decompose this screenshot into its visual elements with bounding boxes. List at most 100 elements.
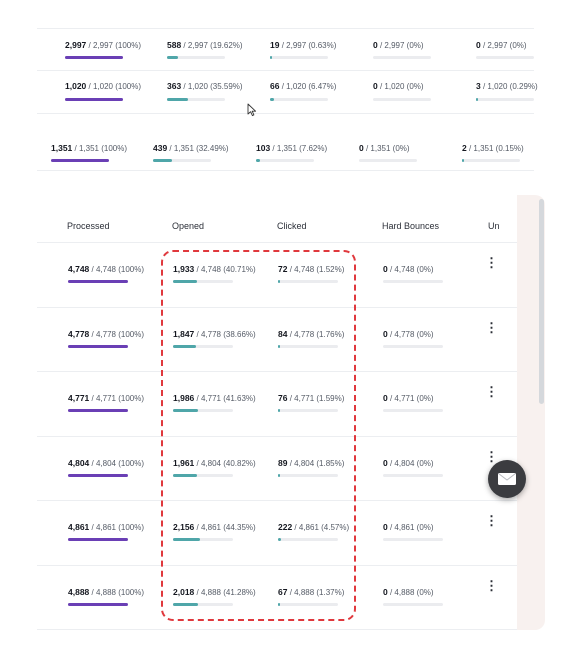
hard-bounces-count: 0 — [383, 328, 388, 339]
header-opened[interactable]: Opened — [172, 221, 204, 231]
kebab-vertical-icon[interactable]: ⋮ — [485, 385, 498, 400]
opened-progress-track — [167, 98, 225, 101]
header-unsubscribes[interactable]: Un — [488, 221, 500, 231]
row-divider — [37, 70, 534, 71]
opened-detail: / 1,020 (35.59%) — [183, 82, 243, 91]
unsubscribes-progress-fill — [476, 98, 478, 101]
processed-count: 2,997 — [65, 40, 87, 50]
opened-count: 439 — [153, 143, 168, 153]
header-clicked[interactable]: Clicked — [277, 221, 307, 231]
clicked-detail: / 1,351 (7.62%) — [272, 144, 328, 153]
clicked-progress-track — [270, 56, 328, 59]
top-row-1-opened-value: 588 / 2,997 (19.62%) — [167, 40, 243, 51]
table-row-4-hard-bounces-value: 0 / 4,804 (0%) — [383, 458, 434, 469]
table-row-2-processed-value: 4,778 / 4,778 (100%) — [68, 329, 144, 340]
row-divider — [37, 113, 534, 114]
hard-bounces-progress-track — [373, 56, 431, 59]
processed-detail: / 4,861 (100%) — [91, 523, 144, 532]
table-row-3-processed-value: 4,771 / 4,771 (100%) — [68, 393, 144, 404]
row-divider — [37, 28, 534, 29]
clicked-progress-fill — [256, 159, 261, 162]
top-row-1-unsubscribes-value: 0 / 2,997 (0%) — [476, 40, 527, 51]
top-row-3-unsubscribes-value: 2 / 1,351 (0.15%) — [462, 143, 524, 154]
processed-progress-track — [65, 56, 123, 59]
hard-bounces-progress-track — [383, 409, 443, 412]
top-row-2-opened-value: 363 / 1,020 (35.59%) — [167, 81, 243, 92]
processed-detail: / 4,771 (100%) — [91, 394, 144, 403]
unsubscribes-count: 0 — [476, 40, 481, 50]
kebab-vertical-icon[interactable]: ⋮ — [485, 514, 498, 529]
clicked-progress-fill — [270, 98, 274, 101]
hard-bounces-count: 0 — [383, 522, 388, 532]
opened-progress-fill — [167, 56, 179, 59]
kebab-vertical-icon[interactable]: ⋮ — [485, 321, 498, 336]
hard-bounces-count: 0 — [383, 264, 388, 274]
unsubscribes-detail: / 1,351 (0.15%) — [468, 144, 524, 153]
opened-count: 363 — [167, 81, 182, 91]
hard-bounces-detail: / 4,888 (0%) — [389, 587, 434, 597]
top-row-3-processed-value: 1,351 / 1,351 (100%) — [51, 143, 127, 154]
table-row-1-hard-bounces-value: 0 / 4,748 (0%) — [383, 264, 434, 275]
processed-progress-track — [68, 473, 128, 477]
mouse-pointer-icon — [247, 103, 257, 117]
header-hard-bounces[interactable]: Hard Bounces — [382, 221, 439, 231]
processed-detail: / 1,020 (100%) — [88, 82, 141, 91]
table-row-5-processed-value: 4,861 / 4,861 (100%) — [68, 522, 144, 533]
unsubscribes-progress-track — [476, 98, 534, 101]
kebab-vertical-icon[interactable]: ⋮ — [485, 579, 498, 594]
hard-bounces-count: 0 — [359, 143, 364, 153]
top-row-2-processed-value: 1,020 / 1,020 (100%) — [65, 81, 141, 92]
hard-bounces-detail: / 4,748 (0%) — [389, 265, 434, 274]
processed-detail: / 4,888 (100%) — [91, 587, 144, 597]
opened-progress-track — [167, 56, 225, 59]
top-row-2-clicked-value: 66 / 1,020 (6.47%) — [270, 81, 336, 92]
opened-detail: / 1,351 (32.49%) — [169, 144, 229, 153]
unsubscribes-progress-track — [476, 56, 534, 59]
hard-bounces-progress-track — [383, 280, 443, 283]
unsubscribes-count: 3 — [476, 81, 481, 91]
processed-detail: / 4,748 (100%) — [91, 265, 144, 274]
processed-progress-fill — [68, 602, 128, 606]
table-row-4-processed-value: 4,804 / 4,804 (100%) — [68, 458, 144, 469]
scrollbar-thumb[interactable] — [539, 199, 544, 404]
top-row-1-hard-bounces-value: 0 / 2,997 (0%) — [373, 40, 424, 51]
processed-progress-fill — [51, 159, 109, 162]
processed-count: 4,748 — [68, 264, 90, 274]
hard-bounces-progress-track — [359, 159, 417, 162]
processed-count: 4,771 — [68, 393, 90, 403]
processed-count: 4,804 — [68, 457, 90, 468]
processed-count: 4,778 — [68, 328, 90, 339]
top-row-2-unsubscribes-value: 3 / 1,020 (0.29%) — [476, 81, 538, 92]
processed-count: 1,351 — [51, 143, 73, 153]
table-row-2-hard-bounces-value: 0 / 4,778 (0%) — [383, 329, 434, 340]
processed-progress-track — [68, 409, 128, 412]
unsubscribes-detail: / 1,020 (0.29%) — [482, 82, 538, 91]
processed-progress-track — [68, 344, 128, 348]
hard-bounces-progress-track — [383, 344, 443, 348]
kebab-vertical-icon[interactable]: ⋮ — [485, 256, 498, 271]
hard-bounces-count: 0 — [383, 457, 388, 468]
floating-mail-button[interactable] — [488, 460, 526, 498]
processed-progress-fill — [68, 409, 128, 412]
table-row-1-processed-value: 4,748 / 4,748 (100%) — [68, 264, 144, 275]
hard-bounces-detail: / 1,020 (0%) — [379, 82, 424, 91]
top-row-3-opened-value: 439 / 1,351 (32.49%) — [153, 143, 229, 154]
clicked-detail: / 2,997 (0.63%) — [281, 41, 337, 50]
unsubscribes-progress-track — [462, 159, 520, 162]
hard-bounces-detail: / 4,861 (0%) — [389, 523, 434, 532]
processed-detail: / 1,351 (100%) — [74, 144, 127, 153]
hard-bounces-count: 0 — [383, 393, 388, 403]
clicked-count: 19 — [270, 40, 280, 50]
table-row-6-processed-value: 4,888 / 4,888 (100%) — [68, 587, 144, 598]
clicked-progress-track — [256, 159, 314, 162]
processed-progress-track — [68, 280, 128, 283]
processed-progress-fill — [68, 344, 128, 348]
top-row-3-clicked-value: 103 / 1,351 (7.62%) — [256, 143, 327, 154]
processed-count: 1,020 — [65, 81, 87, 91]
clicked-count: 103 — [256, 143, 271, 153]
opened-detail: / 2,997 (19.62%) — [183, 41, 243, 50]
processed-progress-fill — [68, 280, 128, 283]
header-processed[interactable]: Processed — [67, 221, 110, 231]
processed-count: 4,861 — [68, 522, 90, 532]
hard-bounces-count: 0 — [383, 586, 388, 597]
